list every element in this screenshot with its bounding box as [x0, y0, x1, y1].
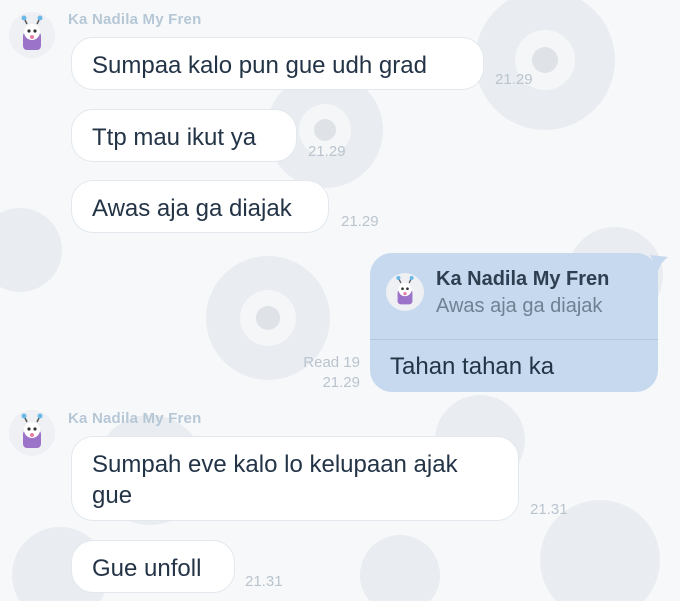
- incoming-group-1: Ka Nadila My Fren Sumpaa kalo pun gue ud…: [0, 0, 680, 240]
- message-time: 21.29: [341, 213, 379, 230]
- incoming-group-2: Ka Nadila My Fren Sumpah eve kalo lo kel…: [0, 400, 680, 601]
- sender-name[interactable]: Ka Nadila My Fren: [68, 11, 201, 28]
- monster-avatar-icon: [396, 275, 414, 305]
- message-text: Tahan tahan ka: [390, 353, 555, 380]
- sender-avatar[interactable]: [9, 410, 55, 456]
- outgoing-message-bubble[interactable]: Ka Nadila My Fren Awas aja ga diajak Tah…: [370, 253, 658, 392]
- reply-avatar: [386, 273, 424, 311]
- reply-preview[interactable]: Ka Nadila My Fren Awas aja ga diajak: [370, 253, 658, 340]
- message-time: 21.31: [530, 501, 568, 518]
- message-time: 21.29: [308, 143, 346, 160]
- read-receipt: Read 19 21.29: [290, 353, 360, 393]
- reply-quoted-text: Awas aja ga diajak: [436, 295, 603, 317]
- sender-avatar[interactable]: [9, 12, 55, 58]
- read-count: Read 19: [303, 354, 360, 371]
- message-bubble[interactable]: Awas aja ga diajak: [71, 180, 329, 233]
- message-text: Sumpaa kalo pun gue udh grad: [92, 52, 427, 79]
- message-text: Awas aja ga diajak: [92, 195, 292, 222]
- message-bubble[interactable]: Ttp mau ikut ya: [71, 109, 297, 162]
- message-bubble[interactable]: Sumpaa kalo pun gue udh grad: [71, 37, 484, 90]
- reply-sender-name: Ka Nadila My Fren: [436, 268, 610, 290]
- message-time: 21.31: [245, 573, 283, 590]
- message-text: Sumpah eve kalo lo kelupaan ajak gue: [92, 451, 458, 509]
- monster-avatar-icon: [21, 413, 43, 448]
- message-text: Ttp mau ikut ya: [92, 124, 257, 151]
- message-text: Gue unfoll: [92, 555, 202, 582]
- message-time: 21.29: [495, 71, 533, 88]
- message-bubble[interactable]: Gue unfoll: [71, 540, 235, 593]
- monster-avatar-icon: [21, 15, 43, 50]
- sender-name[interactable]: Ka Nadila My Fren: [68, 410, 201, 427]
- message-bubble[interactable]: Sumpah eve kalo lo kelupaan ajak gue: [71, 436, 519, 521]
- bubble-tail: [650, 255, 668, 271]
- message-time: 21.29: [322, 374, 360, 391]
